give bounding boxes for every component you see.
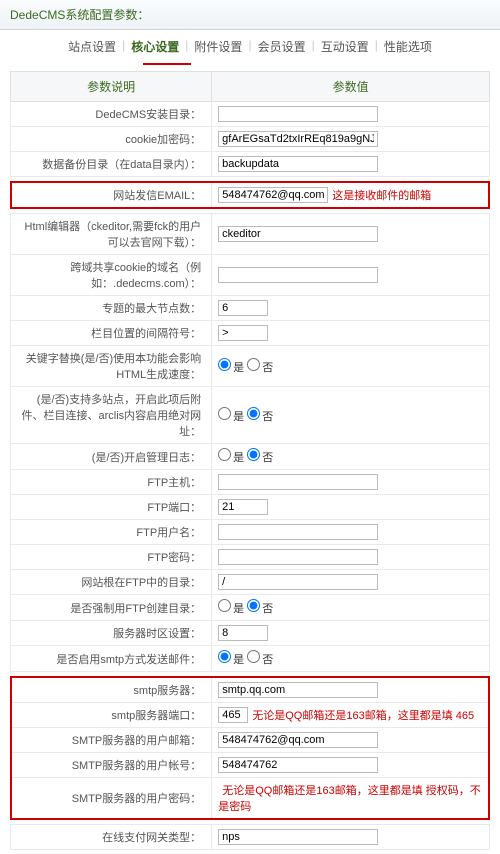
lbl-multisite: (是/否)支持多站点，开启此项后附件、栏目连接、arclis内容启用绝对网址： (11, 387, 212, 444)
radio-kw-yes[interactable] (218, 358, 231, 371)
input-smtp-email[interactable] (218, 732, 378, 748)
radio-ftp-yes[interactable] (218, 599, 231, 612)
input-sep[interactable] (218, 325, 268, 341)
tab-interaction[interactable]: 互动设置 (315, 38, 375, 55)
lbl-topic-nodes: 专题的最大节点数： (11, 296, 212, 321)
lbl-smtp-pass: SMTP服务器的用户密码： (11, 778, 212, 820)
input-cookie-secret[interactable] (218, 131, 378, 147)
lbl-send-email: 网站发信EMAIL： (11, 182, 212, 208)
lbl-install-dir: DedeCMS安装目录： (11, 102, 212, 127)
radio-ms-yes[interactable] (218, 407, 231, 420)
input-send-email[interactable] (218, 187, 328, 203)
active-tab-underline (143, 63, 191, 65)
lbl-payment: 在线支付网关类型： (11, 825, 212, 850)
th-value: 参数值 (212, 72, 490, 102)
tab-bar: 站点设置| 核心设置| 附件设置| 会员设置| 互动设置| 性能选项 (0, 30, 500, 63)
input-ftp-port[interactable] (218, 499, 268, 515)
lbl-keyword-replace: 关键字替换(是/否)使用本功能会影响HTML生成速度： (11, 346, 212, 387)
note-smtp-port: 无论是QQ邮箱还是163邮箱，这里都是填 465 (252, 707, 474, 723)
tab-site[interactable]: 站点设置 (62, 38, 122, 55)
radio-ms-no[interactable] (247, 407, 260, 420)
input-install-dir[interactable] (218, 106, 378, 122)
input-cookie-domain[interactable] (218, 267, 378, 283)
lbl-ftp-pass: FTP密码： (11, 545, 212, 570)
input-ftp-root[interactable] (218, 574, 378, 590)
input-ftp-user[interactable] (218, 524, 378, 540)
input-smtp-user[interactable] (218, 757, 378, 773)
page-title: DedeCMS系统配置参数： (0, 0, 500, 30)
lbl-cookie-domain: 跨域共享cookie的域名（例如：.dedecms.com）： (11, 255, 212, 296)
radio-ftp-no[interactable] (247, 599, 260, 612)
tab-member[interactable]: 会员设置 (252, 38, 312, 55)
radio-smtp-yes[interactable] (218, 650, 231, 663)
lbl-sep: 栏目位置的间隔符号： (11, 321, 212, 346)
radio-kw-no[interactable] (247, 358, 260, 371)
lbl-editor: Html编辑器（ckeditor,需要fck的用户可以去官网下载）： (11, 214, 212, 255)
lbl-timezone: 服务器时区设置： (11, 621, 212, 646)
input-topic-nodes[interactable] (218, 300, 268, 316)
input-ftp-pass[interactable] (218, 549, 378, 565)
lbl-ftp-force: 是否强制用FTP创建目录： (11, 595, 212, 621)
lbl-ftp-port: FTP端口： (11, 495, 212, 520)
lbl-smtp-server: smtp服务器： (11, 677, 212, 703)
note-send-email: 这是接收邮件的邮箱 (332, 187, 431, 203)
lbl-backup-dir: 数据备份目录（在data目录内）： (11, 152, 212, 177)
lbl-ftp-host: FTP主机： (11, 470, 212, 495)
lbl-smtp-user: SMTP服务器的用户帐号： (11, 753, 212, 778)
lbl-admin-log: (是/否)开启管理日志： (11, 444, 212, 470)
radio-log-yes[interactable] (218, 448, 231, 461)
email-highlight-box: 网站发信EMAIL： 这是接收邮件的邮箱 (10, 181, 490, 209)
lbl-cookie-secret: cookie加密码： (11, 127, 212, 152)
input-payment[interactable] (218, 829, 378, 845)
radio-smtp-no[interactable] (247, 650, 260, 663)
input-ftp-host[interactable] (218, 474, 378, 490)
th-param: 参数说明 (11, 72, 212, 102)
config-table: 参数说明参数值 DedeCMS安装目录： cookie加密码： 数据备份目录（在… (10, 71, 490, 177)
input-smtp-port[interactable] (218, 707, 248, 723)
note-smtp-pass: 无论是QQ邮箱还是163邮箱，这里都是填 授权码，不是密码 (218, 785, 481, 813)
lbl-smtp-port: smtp服务器端口： (11, 703, 212, 728)
input-backup-dir[interactable] (218, 156, 378, 172)
input-timezone[interactable] (218, 625, 268, 641)
radio-log-no[interactable] (247, 448, 260, 461)
tab-core[interactable]: 核心设置 (125, 38, 185, 55)
lbl-ftp-root: 网站根在FTP中的目录： (11, 570, 212, 595)
lbl-smtp-email: SMTP服务器的用户邮箱： (11, 728, 212, 753)
input-smtp-server[interactable] (218, 682, 378, 698)
lbl-ftp-user: FTP用户名： (11, 520, 212, 545)
smtp-highlight-box: smtp服务器： smtp服务器端口： 无论是QQ邮箱还是163邮箱，这里都是填 … (10, 676, 490, 820)
input-editor[interactable] (218, 226, 378, 242)
tab-attachment[interactable]: 附件设置 (188, 38, 248, 55)
config-table-3: 在线支付网关类型： (10, 824, 490, 850)
tab-performance[interactable]: 性能选项 (378, 38, 438, 55)
config-table-2: Html编辑器（ckeditor,需要fck的用户可以去官网下载）： 跨域共享c… (10, 213, 490, 672)
lbl-smtp-enable: 是否启用smtp方式发送邮件： (11, 646, 212, 672)
